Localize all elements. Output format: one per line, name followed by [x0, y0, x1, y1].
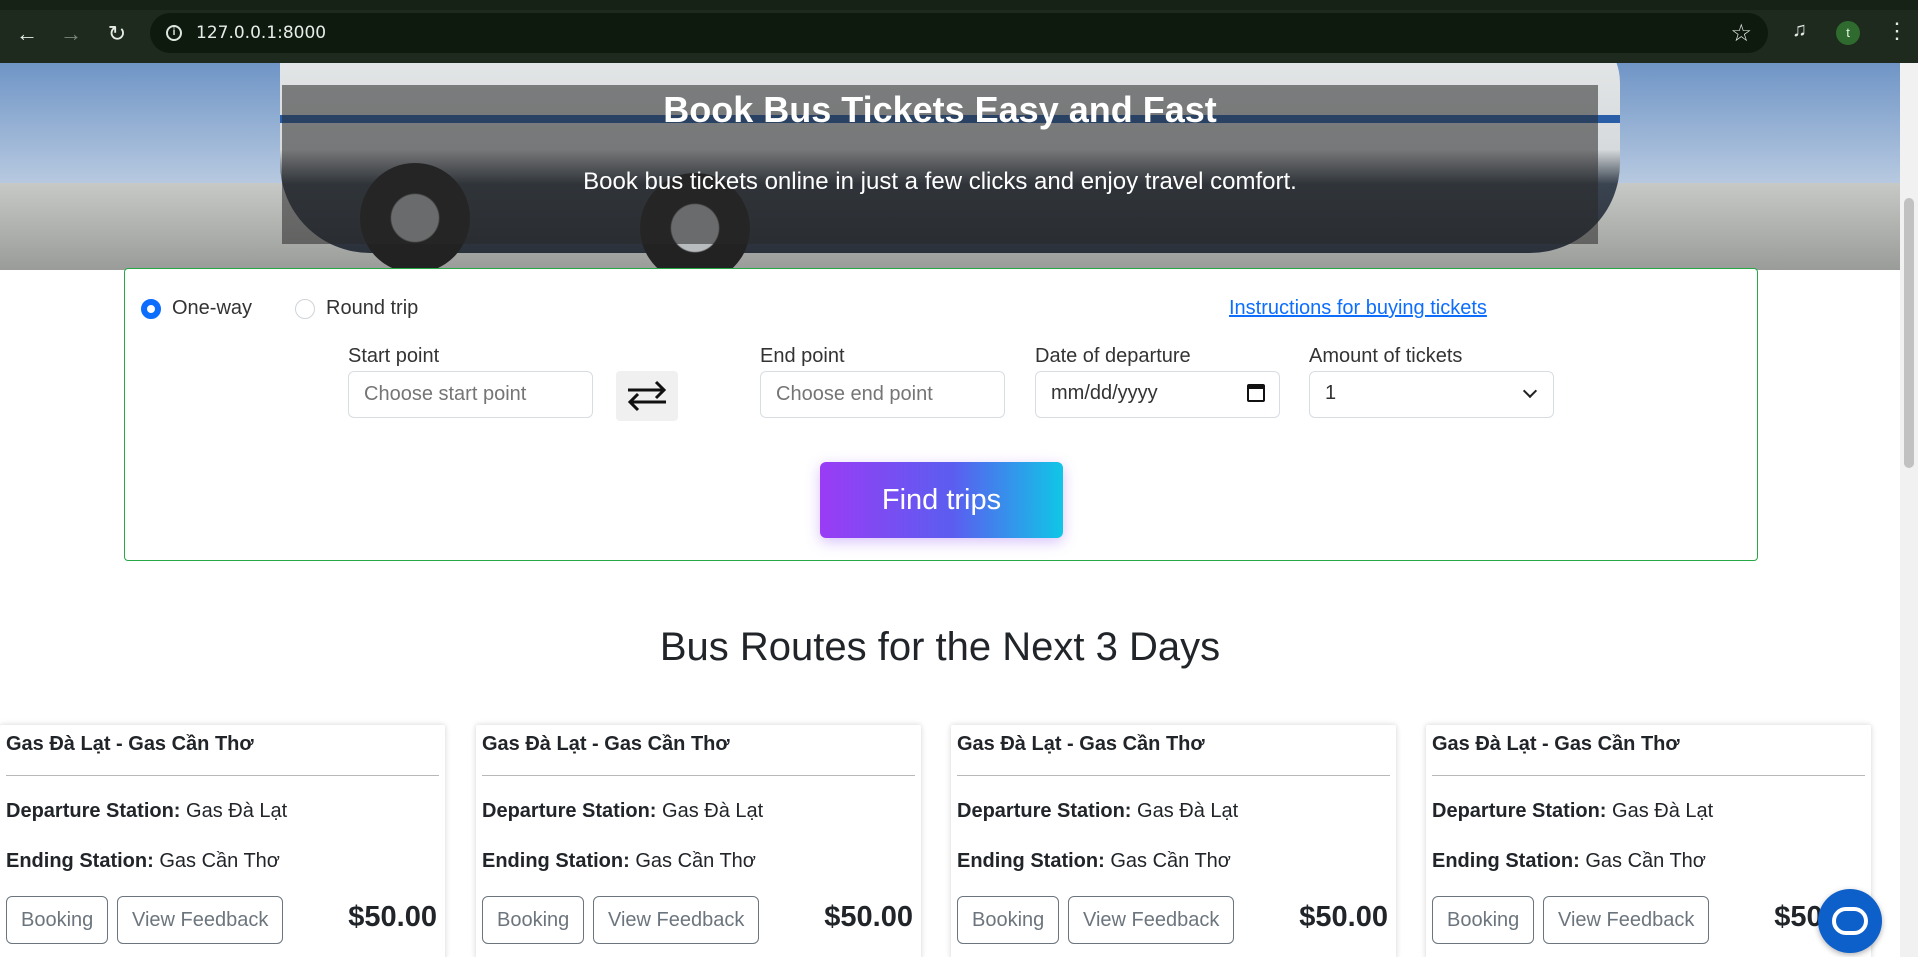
routes-heading: Bus Routes for the Next 3 Days: [659, 625, 1221, 669]
ending-value: Gas Cần Thơ: [1110, 850, 1231, 872]
view-feedback-button[interactable]: View Feedback: [117, 896, 284, 944]
booking-button[interactable]: Booking: [482, 896, 585, 944]
scrollbar-thumb[interactable]: [1904, 198, 1914, 468]
chat-icon: [1832, 907, 1868, 935]
menu-icon[interactable]: ⋮: [1886, 18, 1908, 44]
radio-round-trip[interactable]: Round trip: [295, 297, 418, 320]
ending-label: Ending Station:: [957, 850, 1105, 872]
booking-button[interactable]: Booking: [957, 896, 1060, 944]
address-bar[interactable]: i 127.0.0.1:8000 ☆: [150, 13, 1768, 53]
instructions-link[interactable]: Instructions for buying tickets: [1229, 297, 1487, 320]
ending-label: Ending Station:: [6, 850, 154, 872]
ending-label: Ending Station:: [1432, 850, 1580, 872]
avatar[interactable]: t: [1836, 21, 1860, 45]
start-point-label: Start point: [348, 345, 440, 367]
end-point-label: End point: [760, 345, 845, 367]
route-card: Gas Đà Lạt - Gas Cần Thơ Departure Stati…: [1426, 725, 1871, 957]
radio-checked-icon[interactable]: [141, 298, 161, 319]
ending-row: Ending Station: Gas Cần Thơ: [482, 850, 756, 873]
price: $50.00: [348, 901, 437, 933]
start-point-input[interactable]: [348, 371, 593, 418]
url-text[interactable]: 127.0.0.1:8000: [196, 23, 326, 43]
back-icon[interactable]: ←: [14, 21, 40, 47]
divider: [957, 775, 1390, 776]
chevron-down-icon: [1522, 383, 1538, 399]
calendar-icon[interactable]: [1247, 384, 1265, 402]
departure-value: Gas Đà Lạt: [1137, 800, 1239, 822]
divider: [482, 775, 915, 776]
departure-label: Departure Station:: [6, 800, 181, 822]
route-card: Gas Đà Lạt - Gas Cần Thơ Departure Stati…: [951, 725, 1396, 957]
price: $50.00: [824, 901, 913, 933]
booking-button[interactable]: Booking: [1432, 896, 1535, 944]
star-icon[interactable]: ☆: [1730, 19, 1752, 48]
date-input[interactable]: mm/dd/yyyy: [1035, 371, 1280, 418]
amount-select[interactable]: 1: [1309, 371, 1554, 418]
departure-row: Departure Station: Gas Đà Lạt: [1432, 800, 1713, 823]
departure-row: Departure Station: Gas Đà Lạt: [6, 800, 287, 823]
forward-icon[interactable]: →: [58, 21, 84, 47]
ending-value: Gas Cần Thơ: [1585, 850, 1706, 872]
view-feedback-button[interactable]: View Feedback: [1543, 896, 1710, 944]
view-feedback-button[interactable]: View Feedback: [593, 896, 760, 944]
departure-value: Gas Đà Lạt: [662, 800, 764, 822]
departure-value: Gas Đà Lạt: [1612, 800, 1714, 822]
hero-banner: Book Bus Tickets Easy and Fast Book bus …: [0, 63, 1900, 270]
amount-value: 1: [1325, 382, 1337, 404]
ending-value: Gas Cần Thơ: [159, 850, 280, 872]
divider: [6, 775, 439, 776]
route-card: Gas Đà Lạt - Gas Cần Thơ Departure Stati…: [0, 725, 445, 957]
view-feedback-button[interactable]: View Feedback: [1068, 896, 1235, 944]
divider: [1432, 775, 1865, 776]
radio-one-way[interactable]: One-way: [141, 297, 252, 320]
end-point-input[interactable]: [760, 371, 1005, 418]
route-title: Gas Đà Lạt - Gas Cần Thơ: [6, 733, 254, 755]
reload-icon[interactable]: ↻: [104, 21, 130, 47]
find-trips-button[interactable]: Find trips: [820, 462, 1063, 538]
ending-row: Ending Station: Gas Cần Thơ: [6, 850, 280, 873]
route-title: Gas Đà Lạt - Gas Cần Thơ: [482, 733, 730, 755]
departure-label: Departure Station:: [1432, 800, 1607, 822]
ending-label: Ending Station:: [482, 850, 630, 872]
departure-row: Departure Station: Gas Đà Lạt: [482, 800, 763, 823]
radio-label: One-way: [172, 297, 253, 319]
swap-arrows-icon: [627, 380, 667, 412]
hero-subtitle: Book bus tickets online in just a few cl…: [583, 168, 1297, 195]
page-viewport: Book Bus Tickets Easy and Fast Book bus …: [0, 63, 1900, 957]
departure-label: Departure Station:: [482, 800, 657, 822]
page-scrollbar[interactable]: [1900, 63, 1918, 957]
media-icon[interactable]: ♫: [1792, 19, 1807, 42]
booking-button[interactable]: Booking: [6, 896, 109, 944]
ending-value: Gas Cần Thơ: [635, 850, 756, 872]
swap-button[interactable]: [616, 371, 678, 421]
ending-row: Ending Station: Gas Cần Thơ: [1432, 850, 1706, 873]
route-card: Gas Đà Lạt - Gas Cần Thơ Departure Stati…: [476, 725, 921, 957]
departure-row: Departure Station: Gas Đà Lạt: [957, 800, 1238, 823]
date-placeholder: mm/dd/yyyy: [1051, 382, 1158, 404]
tab-strip: [0, 0, 1918, 10]
radio-unchecked-icon[interactable]: [295, 298, 315, 319]
amount-label: Amount of tickets: [1309, 345, 1463, 367]
info-icon[interactable]: i: [166, 25, 182, 41]
date-label: Date of departure: [1035, 345, 1191, 367]
price: $50.00: [1299, 901, 1388, 933]
departure-value: Gas Đà Lạt: [186, 800, 288, 822]
route-title: Gas Đà Lạt - Gas Cần Thơ: [957, 733, 1205, 755]
browser-toolbar: ← → ↻ i 127.0.0.1:8000 ☆ ♫ t ⋮: [0, 0, 1918, 63]
departure-label: Departure Station:: [957, 800, 1132, 822]
search-form: One-way Round trip Instructions for buyi…: [124, 268, 1758, 561]
ending-row: Ending Station: Gas Cần Thơ: [957, 850, 1231, 873]
route-title: Gas Đà Lạt - Gas Cần Thơ: [1432, 733, 1680, 755]
hero-title: Book Bus Tickets Easy and Fast: [663, 89, 1217, 130]
radio-label: Round trip: [326, 297, 419, 319]
chat-button[interactable]: [1818, 889, 1882, 953]
